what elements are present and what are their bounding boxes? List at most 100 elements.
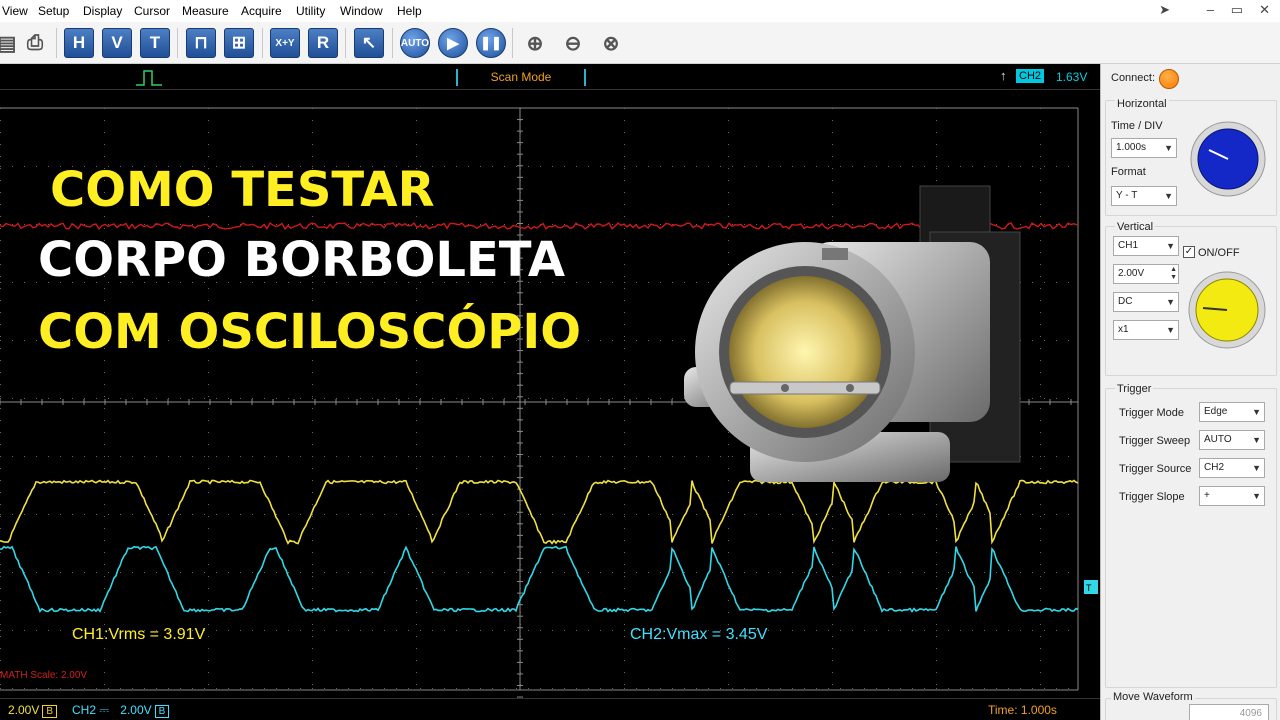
chevron-down-icon: ▼ — [1166, 325, 1175, 335]
vertical-title: Vertical — [1115, 221, 1156, 233]
mouse-cursor-icon: ➤ — [1159, 2, 1170, 17]
menu-view[interactable]: View — [2, 4, 28, 18]
open-file-icon[interactable]: ▤ — [0, 28, 22, 58]
toolbar-separator — [177, 28, 178, 58]
toolbar: ▤ ⎙ H V T ⊓ ⊞ X+Y R ↖ AUTO ▶ ❚❚ ⊕ ⊖ ⊗ — [0, 22, 1280, 64]
format-value: Y - T — [1116, 190, 1138, 201]
coupling-value: DC — [1118, 296, 1133, 307]
trigger-source-label: Trigger Source — [1119, 463, 1192, 475]
trigger-mode-label: Trigger Mode — [1119, 407, 1185, 419]
trigger-sweep-select[interactable]: AUTO ▼ — [1199, 430, 1265, 450]
play-icon[interactable]: ▶ — [438, 28, 468, 58]
menu-cursor[interactable]: Cursor — [134, 4, 170, 18]
ch1-vrms-measurement: CH1:Vrms = 3.91V — [72, 626, 206, 643]
trigger-level: 1.63V — [1056, 70, 1088, 84]
t-button[interactable]: T — [140, 28, 170, 58]
chevron-down-icon: ▼ — [1252, 463, 1261, 473]
erase-icon[interactable]: ⊗ — [596, 28, 626, 58]
svg-text:T: T — [1086, 583, 1092, 593]
menu-bar: View Setup Display Cursor Measure Acquir… — [0, 0, 1280, 22]
format-select[interactable]: Y - T ▼ — [1111, 186, 1177, 206]
connect-status-indicator[interactable] — [1159, 69, 1179, 89]
trigger-source-select[interactable]: CH2 ▼ — [1199, 458, 1265, 478]
ch2-trace — [0, 545, 1079, 614]
ch1-scale: 2.00V B — [8, 703, 58, 718]
ch1-badge: B — [42, 705, 58, 718]
auto-button[interactable]: AUTO — [400, 28, 430, 58]
rising-edge-icon: ↑ — [1000, 68, 1007, 83]
menu-acquire[interactable]: Acquire — [241, 4, 282, 18]
trigger-source-value: CH2 — [1204, 462, 1225, 473]
volts-div-value: 2.00V — [1118, 268, 1145, 279]
zoom-in-icon[interactable]: ⊕ — [520, 28, 550, 58]
trigger-sweep-label: Trigger Sweep — [1119, 435, 1191, 447]
headline-line-2: CORPO BORBOLETA — [38, 232, 565, 288]
pulse-grid-icon[interactable]: ⊞ — [224, 28, 254, 58]
horizontal-title: Horizontal — [1115, 98, 1169, 110]
control-panel: Connect: Horizontal Time / DIV 1.000s ▼ F… — [1100, 64, 1280, 720]
close-icon[interactable]: ✕ — [1259, 2, 1270, 18]
menu-setup[interactable]: Setup — [38, 4, 69, 18]
dc-coupling-icon: ⎓ — [99, 703, 109, 717]
scope-display[interactable]: Scan Mode ↑ CH2 1.63V T COMO TESTAR CORP… — [0, 64, 1100, 720]
toolbar-separator — [392, 28, 393, 58]
trigger-channel: CH2 — [1016, 69, 1045, 83]
onoff-label: ON/OFF — [1198, 247, 1240, 259]
math-scale-label: MATH Scale: 2.00V — [0, 670, 88, 681]
ch1-scale-value: 2.00V — [8, 703, 40, 717]
menu-measure[interactable]: Measure — [182, 4, 229, 18]
toolbar-separator — [262, 28, 263, 58]
x-plus-y-button[interactable]: X+Y — [270, 28, 300, 58]
r-button[interactable]: R — [308, 28, 338, 58]
h-button[interactable]: H — [64, 28, 94, 58]
trigger-mode-value: Edge — [1204, 406, 1228, 417]
format-label: Format — [1111, 166, 1146, 178]
trigger-slope-select[interactable]: + ▼ — [1199, 486, 1265, 506]
coupling-select[interactable]: DC ▼ — [1113, 292, 1179, 312]
trigger-slope-value: + — [1204, 490, 1210, 501]
print-icon[interactable]: ⎙ — [20, 28, 50, 58]
menu-display[interactable]: Display — [83, 4, 122, 18]
menu-utility[interactable]: Utility — [296, 4, 325, 18]
pause-icon[interactable]: ❚❚ — [476, 28, 506, 58]
volts-div-spinner[interactable]: 2.00V ▲ ▼ — [1113, 264, 1179, 284]
trigger-mode-select[interactable]: Edge ▼ — [1199, 402, 1265, 422]
scope-status-bar: 2.00V B CH2 ⎓ 2.00V B Time: 1.000s — [0, 698, 1100, 720]
scope-top-strip: Scan Mode ↑ CH2 1.63V — [0, 64, 1100, 90]
spinner-arrows-icon[interactable]: ▲ ▼ — [1170, 266, 1177, 282]
move-waveform-label: Move Waveform — [1111, 691, 1195, 703]
chevron-down-icon: ▼ — [1252, 491, 1261, 501]
trigger-title: Trigger — [1115, 383, 1154, 395]
restore-icon[interactable]: ▭ — [1231, 2, 1243, 18]
ch2-badge: B — [154, 705, 170, 718]
pulse-measure-icon[interactable]: ⊓ — [186, 28, 216, 58]
toolbar-separator — [512, 28, 513, 58]
time-div-value: 1.000s — [1116, 142, 1147, 153]
time-div-select[interactable]: 1.000s ▼ — [1111, 138, 1177, 158]
horizontal-knob[interactable] — [1189, 120, 1267, 198]
menu-help[interactable]: Help — [397, 4, 422, 18]
probe-select[interactable]: x1 ▼ — [1113, 320, 1179, 340]
cursor-arrow-icon[interactable]: ↖ — [354, 28, 384, 58]
chevron-down-icon: ▼ — [1166, 297, 1175, 307]
minimize-icon[interactable]: – — [1207, 2, 1214, 17]
onoff-checkbox[interactable]: ✓ — [1183, 246, 1195, 258]
oscilloscope-app: View Setup Display Cursor Measure Acquir… — [0, 0, 1280, 720]
channel-select[interactable]: CH1 ▼ — [1113, 236, 1179, 256]
time-div-label: Time / DIV — [1111, 120, 1163, 132]
length-field[interactable]: 4096 — [1189, 704, 1269, 720]
trigger-pulse-icon — [136, 70, 162, 86]
zoom-out-icon[interactable]: ⊖ — [558, 28, 588, 58]
scan-mode-indicator: Scan Mode — [456, 69, 586, 86]
chevron-down-icon: ▼ — [1166, 241, 1175, 251]
ch2-scale: CH2 ⎓ 2.00V B — [72, 703, 170, 718]
trigger-sweep-value: AUTO — [1204, 434, 1232, 445]
menu-window[interactable]: Window — [340, 4, 383, 18]
chevron-down-icon: ▼ — [1252, 407, 1261, 417]
headline-line-3: COM OSCILOSCÓPIO — [38, 304, 582, 360]
trigger-slope-label: Trigger Slope — [1119, 491, 1185, 503]
chevron-down-icon: ▼ — [1164, 191, 1173, 201]
v-button[interactable]: V — [102, 28, 132, 58]
ch2-marker[interactable]: T — [1084, 580, 1098, 594]
vertical-knob[interactable] — [1187, 270, 1267, 350]
